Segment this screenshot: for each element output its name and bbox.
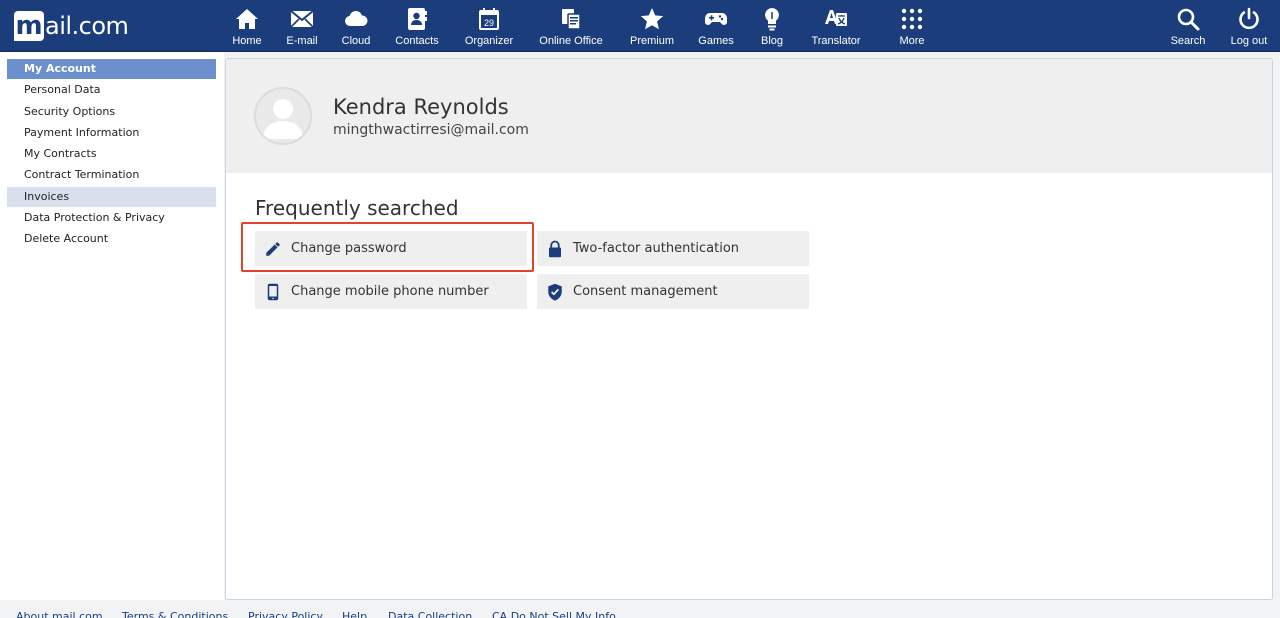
cloud-icon [345, 11, 368, 26]
sidebar-item-personal-data[interactable]: Personal Data [7, 80, 216, 100]
sidebar-item-contract-termination[interactable]: Contract Termination [7, 165, 216, 185]
nav-home[interactable]: Home [230, 7, 264, 49]
footer: About mail.com Terms & Conditions Privac… [0, 604, 1280, 618]
shield-check-icon [548, 283, 562, 301]
nav-more-label: More [899, 35, 925, 47]
main-panel: Kendra Reynolds mingthwactirresi@mail.co… [225, 58, 1273, 600]
nav-blog-label: Blog [760, 35, 784, 47]
logo-text: ail.com [45, 12, 129, 40]
sidebar-item-invoices[interactable]: Invoices [7, 187, 216, 207]
change-mobile-phone-label: Change mobile phone number [291, 284, 489, 299]
pencil-icon [266, 241, 280, 256]
lock-icon [549, 240, 561, 257]
sidebar-item-my-contracts[interactable]: My Contracts [7, 144, 216, 164]
nav-games-label: Games [698, 35, 734, 47]
power-icon [1239, 7, 1259, 30]
office-icon [562, 9, 581, 30]
nav-email[interactable]: E-mail [283, 7, 321, 49]
nav-games[interactable]: Games [696, 7, 736, 49]
two-factor-authentication-tile[interactable]: Two-factor authentication [537, 231, 809, 266]
nav-email-label: E-mail [286, 35, 318, 47]
calendar-icon: 29 [479, 8, 499, 30]
nav-organizer[interactable]: 29 Organizer [461, 7, 517, 49]
frequently-searched-title: Frequently searched [255, 196, 459, 220]
sidebar-item-delete-account[interactable]: Delete Account [7, 229, 216, 249]
search-button[interactable]: Search [1168, 7, 1208, 49]
consent-management-tile[interactable]: Consent management [537, 274, 809, 309]
profile-name: Kendra Reynolds [333, 95, 509, 119]
top-navigation-bar: m ail.com Home E-mail Cloud Contacts 29 … [0, 0, 1280, 52]
nav-cloud[interactable]: Cloud [339, 7, 373, 49]
phone-icon [267, 283, 279, 300]
nav-blog[interactable]: Blog [758, 7, 786, 49]
consent-management-label: Consent management [573, 284, 718, 299]
footer-link-help[interactable]: Help [342, 610, 367, 618]
nav-translator[interactable]: Translator [807, 7, 865, 49]
sidebar-item-data-protection[interactable]: Data Protection & Privacy [7, 208, 216, 228]
nav-contacts-label: Contacts [395, 35, 439, 47]
gamepad-icon [705, 13, 727, 25]
footer-link-data-collection[interactable]: Data Collection [388, 610, 472, 618]
sidebar-item-my-account[interactable]: My Account [7, 59, 216, 79]
two-factor-authentication-label: Two-factor authentication [573, 241, 740, 256]
home-icon [236, 9, 258, 29]
profile-header: Kendra Reynolds mingthwactirresi@mail.co… [226, 59, 1272, 173]
nav-online-office[interactable]: Online Office [535, 7, 607, 49]
sidebar-item-security-options[interactable]: Security Options [7, 102, 216, 122]
lightbulb-icon [765, 8, 779, 31]
footer-link-privacy-policy[interactable]: Privacy Policy [248, 610, 323, 618]
contacts-icon [408, 8, 427, 30]
change-mobile-phone-tile[interactable]: Change mobile phone number [255, 274, 527, 309]
grid-icon [901, 8, 923, 30]
star-icon [640, 8, 664, 30]
mail-icon [290, 10, 314, 28]
logout-button[interactable]: Log out [1227, 7, 1271, 49]
footer-link-do-not-sell[interactable]: CA Do Not Sell My Info [492, 610, 616, 618]
nav-translator-label: Translator [811, 35, 861, 47]
logo-mark: m [14, 11, 44, 41]
nav-premium-label: Premium [629, 35, 674, 47]
profile-email: mingthwactirresi@mail.com [333, 122, 529, 138]
nav-online-office-label: Online Office [539, 35, 603, 47]
change-password-label: Change password [291, 241, 407, 256]
nav-cloud-label: Cloud [341, 35, 371, 47]
avatar [254, 87, 312, 145]
search-label: Search [1170, 35, 1206, 47]
sidebar-item-payment-information[interactable]: Payment Information [7, 123, 216, 143]
calendar-day-badge: 29 [484, 18, 494, 28]
translator-icon [825, 10, 847, 26]
logout-label: Log out [1230, 35, 1268, 47]
nav-more[interactable]: More [897, 7, 927, 49]
footer-link-terms[interactable]: Terms & Conditions [122, 610, 228, 618]
footer-link-about[interactable]: About mail.com [16, 610, 103, 618]
nav-contacts[interactable]: Contacts [392, 7, 442, 49]
account-sidebar: My Account Personal Data Security Option… [0, 52, 224, 600]
user-silhouette-icon [263, 99, 303, 139]
search-icon [1177, 8, 1200, 31]
nav-home-label: Home [232, 35, 262, 47]
nav-premium[interactable]: Premium [626, 7, 678, 49]
mail-com-logo[interactable]: m ail.com [14, 10, 129, 42]
change-password-tile[interactable]: Change password [255, 231, 527, 266]
nav-organizer-label: Organizer [464, 35, 514, 47]
